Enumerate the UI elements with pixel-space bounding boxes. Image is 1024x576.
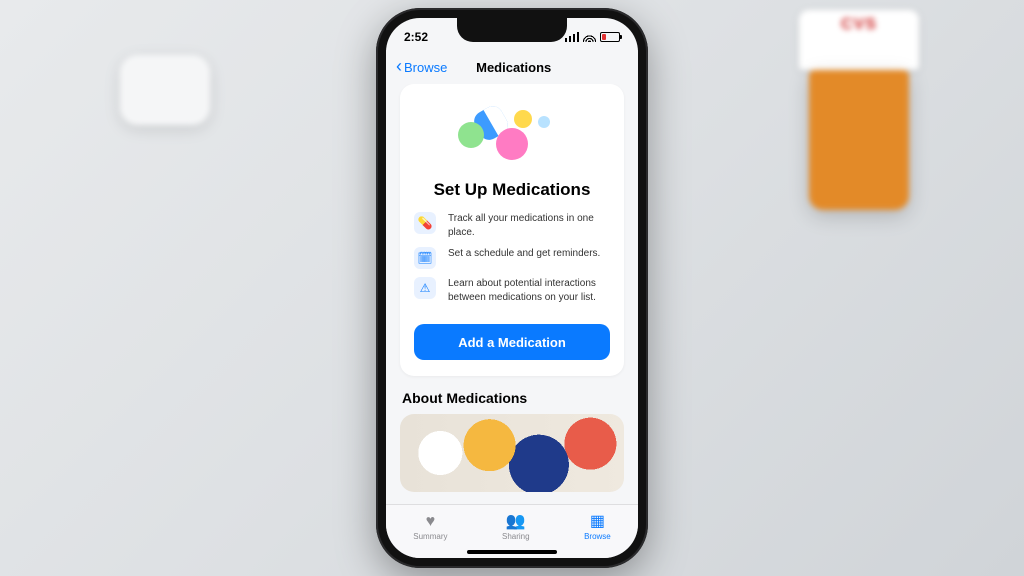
medications-illustration bbox=[414, 98, 610, 174]
benefit-row: 🗓 Set a schedule and get reminders. bbox=[414, 247, 610, 269]
about-medications-card[interactable] bbox=[400, 414, 624, 492]
main-content[interactable]: Set Up Medications 💊 Track all your medi… bbox=[386, 84, 638, 504]
benefit-text: Learn about potential interactions betwe… bbox=[448, 277, 610, 304]
home-indicator[interactable] bbox=[467, 550, 557, 554]
screen: 2:52 ‹ Browse Medications Set Up bbox=[386, 18, 638, 558]
benefit-text: Set a schedule and get reminders. bbox=[448, 247, 600, 261]
setup-card: Set Up Medications 💊 Track all your medi… bbox=[400, 84, 624, 376]
tab-label: Browse bbox=[584, 532, 611, 541]
cellular-signal-icon bbox=[565, 32, 579, 42]
heart-icon: ♥ bbox=[426, 514, 436, 530]
benefit-text: Track all your medications in one place. bbox=[448, 212, 610, 239]
iphone-device-frame: 2:52 ‹ Browse Medications Set Up bbox=[376, 8, 648, 568]
warning-icon: ⚠︎ bbox=[414, 277, 436, 299]
navigation-header: ‹ Browse Medications bbox=[386, 50, 638, 84]
add-medication-button[interactable]: Add a Medication bbox=[414, 324, 610, 360]
pills-icon: 💊 bbox=[414, 212, 436, 234]
status-time: 2:52 bbox=[404, 30, 428, 44]
benefit-row: ⚠︎ Learn about potential interactions be… bbox=[414, 277, 610, 304]
pill-bottle-brand: CVS bbox=[799, 10, 919, 34]
setup-heading: Set Up Medications bbox=[414, 180, 610, 200]
about-heading: About Medications bbox=[402, 390, 622, 406]
wifi-icon bbox=[583, 32, 596, 42]
grid-icon: ▦ bbox=[590, 514, 605, 530]
battery-icon bbox=[600, 32, 620, 42]
tab-sharing[interactable]: 👥 Sharing bbox=[502, 514, 530, 541]
tab-label: Summary bbox=[413, 532, 447, 541]
people-icon: 👥 bbox=[506, 514, 526, 530]
background-airpods-case bbox=[120, 55, 210, 125]
tab-summary[interactable]: ♥ Summary bbox=[413, 514, 447, 541]
calendar-icon: 🗓 bbox=[414, 247, 436, 269]
tab-label: Sharing bbox=[502, 532, 530, 541]
notch bbox=[457, 18, 567, 42]
chevron-left-icon: ‹ bbox=[396, 57, 402, 75]
tab-browse[interactable]: ▦ Browse bbox=[584, 514, 611, 541]
background-pill-bottle: CVS bbox=[804, 10, 914, 210]
benefit-row: 💊 Track all your medications in one plac… bbox=[414, 212, 610, 239]
page-title: Medications bbox=[399, 60, 628, 75]
